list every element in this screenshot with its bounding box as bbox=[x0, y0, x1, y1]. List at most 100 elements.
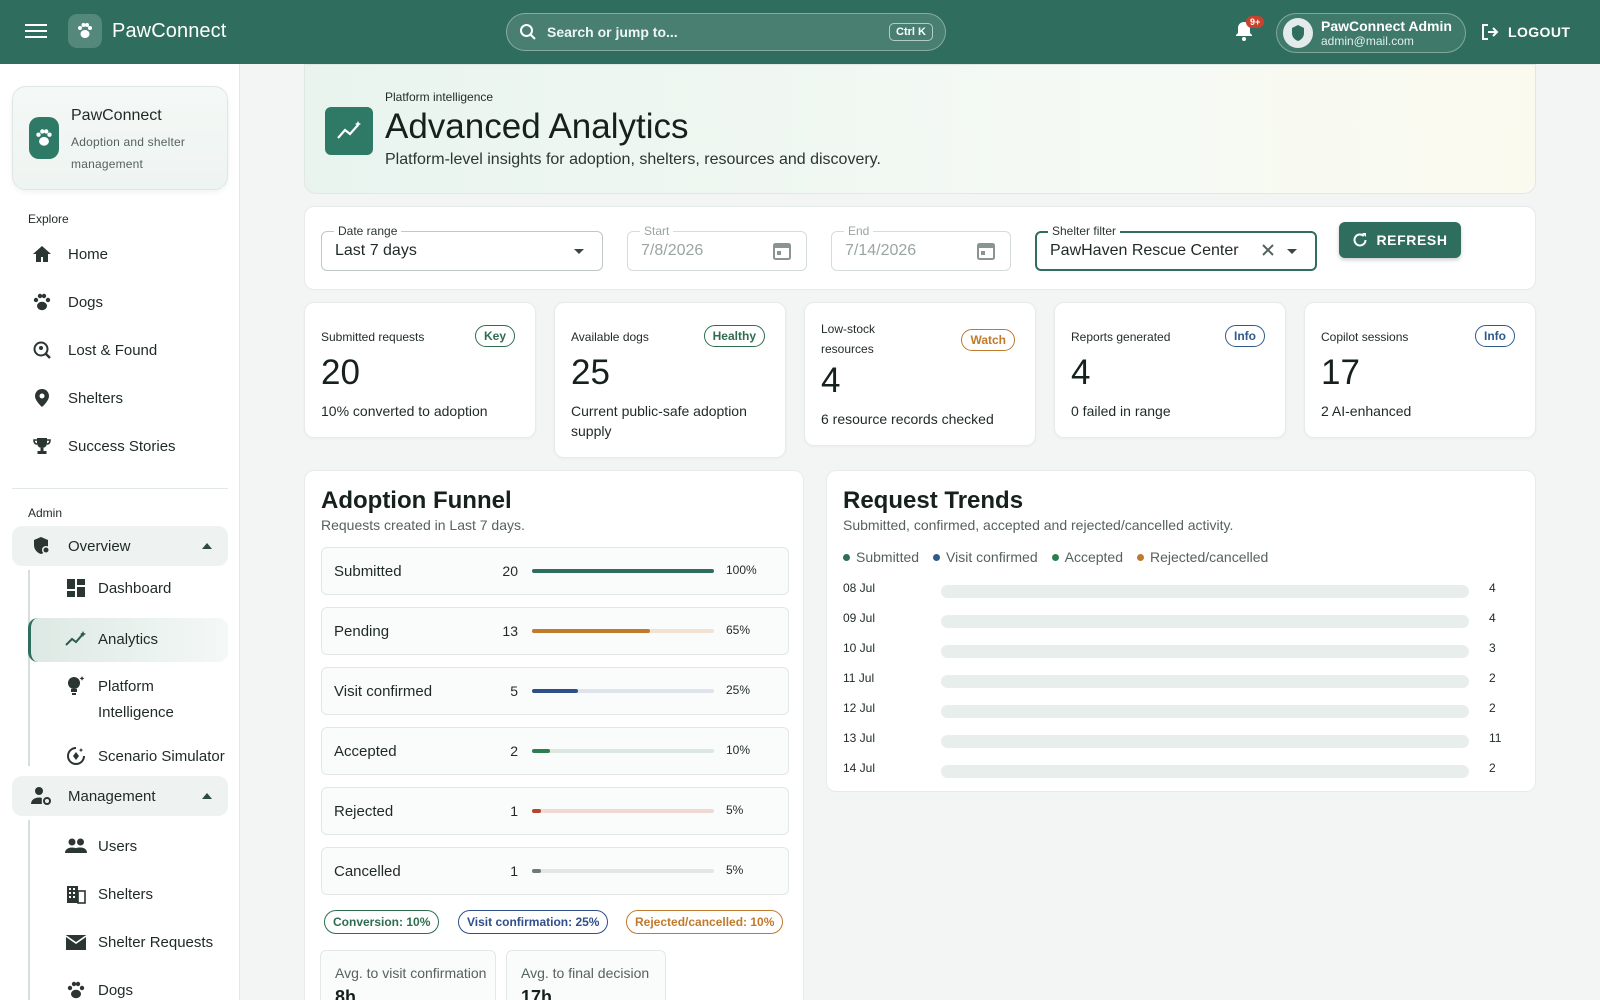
shelter-filter-label: Shelter filter bbox=[1048, 224, 1121, 238]
sidebar-item-shelters-admin[interactable]: Shelters bbox=[28, 882, 228, 922]
metric-label: Avg. to final decision bbox=[521, 965, 650, 981]
chevron-down-icon bbox=[574, 249, 584, 254]
trend-total: 3 bbox=[1489, 641, 1496, 655]
sidebar-item-success-stories[interactable]: Success Stories bbox=[12, 426, 228, 466]
page-subtitle: Platform-level insights for adoption, sh… bbox=[385, 151, 881, 168]
sidebar-item-label: Lost & Found bbox=[68, 341, 158, 359]
funnel-stage-percent: 5% bbox=[726, 803, 744, 817]
calendar-icon[interactable] bbox=[976, 241, 996, 266]
search-input[interactable]: Search or jump to... Ctrl K bbox=[506, 13, 946, 51]
funnel-stage-row: Cancelled 1 5% bbox=[321, 847, 789, 895]
brand[interactable]: PawConnect bbox=[68, 14, 226, 48]
sidebar-item-dogs-admin[interactable]: Dogs bbox=[28, 978, 228, 1000]
user-menu[interactable]: PawConnect Admin admin@mail.com bbox=[1276, 13, 1466, 53]
sidebar-item-shelters[interactable]: Shelters bbox=[12, 378, 228, 418]
kpi-sub: 0 failed in range bbox=[1071, 403, 1171, 419]
sidebar-item-analytics[interactable]: Analytics bbox=[28, 618, 228, 662]
trend-row: 13 Jul 11 bbox=[843, 729, 1513, 749]
refresh-icon bbox=[1353, 233, 1367, 247]
logout-button[interactable]: LOGOUT bbox=[1480, 22, 1570, 42]
funnel-stage-percent: 25% bbox=[726, 683, 751, 697]
funnel-stage-row: Submitted 20 100% bbox=[321, 547, 789, 595]
trend-bar-track bbox=[941, 765, 1469, 778]
refresh-button[interactable]: REFRESH bbox=[1339, 222, 1461, 258]
funnel-stage-percent: 5% bbox=[726, 863, 744, 877]
legend-dot bbox=[1136, 553, 1144, 561]
sidebar-card-title: PawConnect bbox=[71, 107, 162, 124]
kpi-value: 20 bbox=[321, 353, 360, 392]
lightbulb-icon bbox=[64, 674, 88, 698]
kpi-sub: 10% converted to adoption bbox=[321, 403, 488, 419]
admin-shield-icon bbox=[30, 534, 54, 558]
menu-icon[interactable] bbox=[22, 20, 50, 44]
funnel-stage-row: Accepted 2 10% bbox=[321, 727, 789, 775]
calendar-icon[interactable] bbox=[772, 241, 792, 266]
sidebar-item-label: Scenario Simulator bbox=[98, 748, 225, 765]
funnel-progress-track bbox=[532, 809, 714, 813]
chevron-down-icon bbox=[1287, 249, 1297, 254]
trend-row: 09 Jul 4 bbox=[843, 609, 1513, 629]
logout-label: LOGOUT bbox=[1508, 24, 1571, 40]
funnel-stage-count: 5 bbox=[510, 683, 518, 699]
paw-icon bbox=[30, 290, 54, 314]
location-pin-icon bbox=[30, 386, 54, 410]
funnel-progress-fill bbox=[532, 629, 651, 633]
analytics-icon bbox=[325, 107, 373, 155]
kpi-card: Submitted requests Key 20 10% converted … bbox=[304, 302, 536, 438]
legend-dot bbox=[1051, 553, 1059, 561]
end-date-field[interactable]: End 7/14/2026 bbox=[831, 224, 1011, 271]
clear-icon[interactable] bbox=[1261, 243, 1275, 262]
kpi-pill: Watch bbox=[961, 329, 1015, 351]
sidebar-item-home[interactable]: Home bbox=[12, 234, 228, 274]
kpi-value: 4 bbox=[1071, 353, 1091, 392]
search-icon bbox=[520, 24, 536, 40]
sidebar-group-management[interactable]: Management bbox=[12, 776, 228, 816]
trend-total: 2 bbox=[1489, 761, 1496, 775]
metric-value: 17h bbox=[521, 987, 553, 1000]
trend-bar-track bbox=[941, 705, 1469, 718]
sidebar-item-dogs[interactable]: Dogs bbox=[12, 282, 228, 322]
start-date-value: 7/8/2026 bbox=[641, 242, 704, 259]
notification-count-badge: 9+ bbox=[1246, 16, 1265, 28]
admin-shield-icon bbox=[1283, 18, 1313, 48]
legend-label: Submitted bbox=[856, 549, 920, 565]
sidebar-item-label: Success Stories bbox=[68, 437, 176, 455]
funnel-stage-label: Rejected bbox=[334, 803, 394, 820]
funnel-stage-count: 20 bbox=[502, 563, 518, 579]
trend-row: 11 Jul 2 bbox=[843, 669, 1513, 689]
funnel-stage-count: 2 bbox=[510, 743, 518, 759]
funnel-progress-fill bbox=[532, 749, 551, 753]
notifications-button[interactable]: 9+ bbox=[1234, 16, 1265, 44]
paw-icon bbox=[64, 978, 88, 1000]
legend-item: Submitted bbox=[843, 549, 919, 565]
logout-icon bbox=[1482, 24, 1499, 40]
kpi-card: Low-stock resources Watch 4 6 resource r… bbox=[804, 302, 1036, 446]
sidebar-item-label: Dashboard bbox=[98, 580, 172, 597]
metric-label: Avg. to visit confirmation bbox=[335, 965, 487, 981]
trend-total: 11 bbox=[1489, 731, 1502, 745]
shelter-filter-value: PawHaven Rescue Center bbox=[1050, 242, 1239, 259]
metric-value: 8h bbox=[335, 987, 357, 1000]
shelter-filter-select[interactable]: Shelter filter PawHaven Rescue Center bbox=[1035, 224, 1317, 271]
sidebar-item-dashboard[interactable]: Dashboard bbox=[28, 568, 228, 608]
kpi-value: 4 bbox=[821, 361, 841, 400]
sidebar-item-label: Platform Intelligence bbox=[98, 678, 174, 721]
user-email: admin@mail.com bbox=[1321, 33, 1414, 48]
sidebar-item-platform-intelligence[interactable]: Platform Intelligence bbox=[28, 674, 228, 728]
trend-bar-track bbox=[941, 615, 1469, 628]
sidebar-item-users[interactable]: Users bbox=[28, 834, 228, 874]
sidebar-group-overview[interactable]: Overview bbox=[12, 526, 228, 566]
start-date-field[interactable]: Start 7/8/2026 bbox=[627, 224, 807, 271]
funnel-stage-label: Submitted bbox=[334, 563, 402, 580]
kpi-label: Copilot sessions bbox=[1321, 330, 1409, 344]
kpi-pill: Healthy bbox=[703, 325, 765, 347]
date-range-select[interactable]: Date range Last 7 days bbox=[321, 224, 603, 271]
sidebar-item-lost-found[interactable]: Lost & Found bbox=[12, 330, 228, 370]
mail-inbox-icon bbox=[64, 930, 88, 954]
funnel-progress-fill bbox=[532, 809, 542, 813]
sidebar-item-label: Users bbox=[98, 838, 138, 855]
admin-section-label: Admin bbox=[28, 506, 63, 520]
trend-total: 2 bbox=[1489, 701, 1496, 715]
request-trends-panel: Request Trends Submitted, confirmed, acc… bbox=[826, 470, 1536, 792]
sidebar-item-shelter-requests[interactable]: Shelter Requests bbox=[28, 930, 228, 970]
